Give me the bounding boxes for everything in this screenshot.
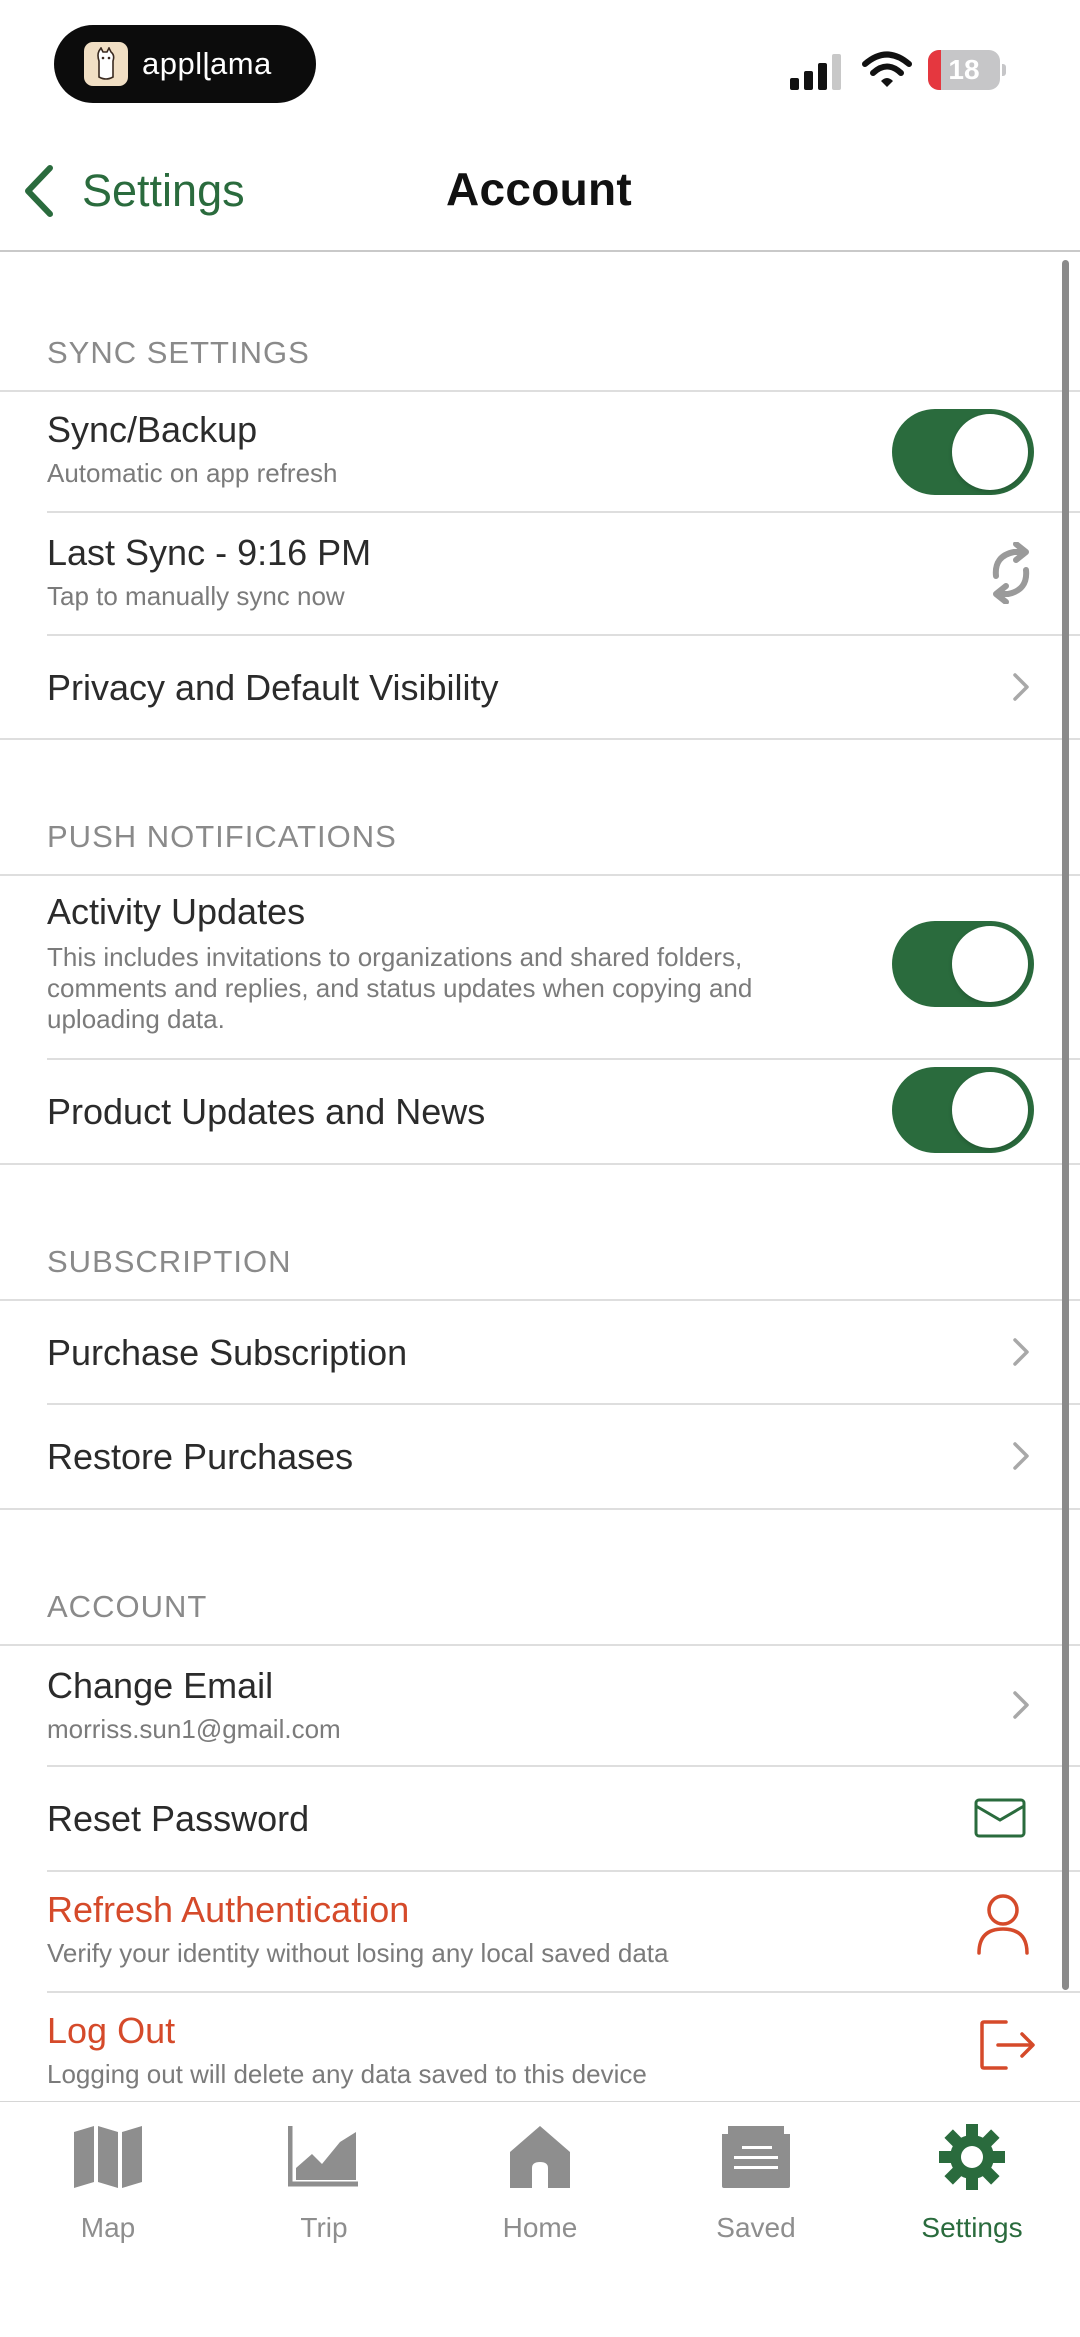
activity-updates-subtitle-line-3: uploading data.	[47, 1004, 225, 1034]
section-header-subscription: SUBSCRIPTION	[47, 1244, 292, 1279]
change-email-row[interactable]: Change Email morriss.sun1@gmail.com	[0, 1645, 1080, 1765]
last-sync-row[interactable]: Last Sync - 9:16 PM Tap to manually sync…	[0, 512, 1080, 634]
home-icon	[510, 2126, 570, 2188]
reset-password-row[interactable]: Reset Password	[0, 1766, 1080, 1870]
tab-label: Saved	[716, 2212, 796, 2243]
tab-settings[interactable]: Settings	[864, 2124, 1080, 2274]
log-out-subtitle: Logging out will delete any data saved t…	[47, 2059, 647, 2089]
battery-level: 18	[948, 54, 980, 85]
page-title: Account	[445, 163, 633, 215]
sync-backup-row: Sync/Backup Automatic on app refresh	[0, 391, 1080, 511]
gear-icon	[939, 2124, 1005, 2190]
cellular-signal-icon	[790, 54, 841, 90]
llama-logo-icon	[84, 42, 128, 86]
section-header-push: PUSH NOTIFICATIONS	[47, 819, 397, 854]
activity-updates-toggle[interactable]	[892, 921, 1034, 1007]
logout-icon	[980, 2020, 1035, 2070]
sync-backup-title: Sync/Backup	[47, 409, 258, 450]
saved-icon	[722, 2126, 790, 2188]
user-icon	[977, 1894, 1029, 1955]
sync-backup-subtitle: Automatic on app refresh	[47, 458, 338, 488]
sync-refresh-icon[interactable]	[986, 542, 1036, 604]
privacy-visibility-title: Privacy and Default Visibility	[47, 667, 499, 708]
activity-updates-title: Activity Updates	[47, 891, 306, 932]
tab-saved[interactable]: Saved	[648, 2124, 864, 2274]
tab-trip[interactable]: Trip	[216, 2124, 432, 2274]
last-sync-subtitle: Tap to manually sync now	[47, 581, 345, 611]
section-header-sync: SYNC SETTINGS	[47, 335, 310, 370]
tab-home[interactable]: Home	[432, 2124, 648, 2274]
envelope-icon	[974, 1798, 1026, 1838]
chevron-right-icon	[1013, 673, 1029, 701]
app-name: applɭama	[142, 46, 272, 81]
refresh-authentication-row[interactable]: Refresh Authentication Verify your ident…	[0, 1871, 1080, 1991]
log-out-row[interactable]: Log Out Logging out will delete any data…	[0, 1992, 1080, 2101]
map-icon	[74, 2126, 142, 2188]
purchase-subscription-row[interactable]: Purchase Subscription	[0, 1300, 1080, 1404]
section-header-account: ACCOUNT	[47, 1589, 208, 1624]
navigation-bar: Settings Account	[0, 130, 1080, 252]
battery-icon: 18	[928, 50, 1006, 90]
tab-label: Map	[80, 2212, 136, 2243]
refresh-authentication-subtitle: Verify your identity without losing any …	[47, 1938, 669, 1968]
tab-bar: Map Trip Home Saved Settings	[0, 2101, 1080, 2337]
change-email-title: Change Email	[47, 1665, 274, 1706]
product-updates-title: Product Updates and News	[47, 1091, 486, 1132]
activity-updates-row: Activity Updates This includes invitatio…	[0, 875, 1080, 1059]
log-out-title: Log Out	[47, 2010, 176, 2051]
last-sync-title: Last Sync - 9:16 PM	[47, 532, 372, 573]
status-bar: applɭama 18	[0, 0, 1080, 130]
product-updates-row: Product Updates and News	[0, 1059, 1080, 1163]
refresh-authentication-title: Refresh Authentication	[47, 1889, 410, 1930]
product-updates-toggle[interactable]	[892, 1067, 1034, 1153]
sync-backup-toggle[interactable]	[892, 409, 1034, 495]
tab-label: Trip	[300, 2212, 348, 2243]
settings-list[interactable]: SYNC SETTINGS Sync/Backup Automatic on a…	[0, 253, 1080, 2101]
chart-icon	[288, 2126, 358, 2187]
activity-updates-subtitle-line-2: comments and replies, and status updates…	[47, 973, 753, 1003]
app-indicator-pill[interactable]: applɭama	[54, 25, 316, 103]
chevron-right-icon	[1013, 1338, 1029, 1366]
tab-map[interactable]: Map	[0, 2124, 216, 2274]
chevron-right-icon	[1013, 1691, 1029, 1719]
chevron-right-icon	[1013, 1442, 1029, 1470]
account-settings-screen: applɭama 18 Settings Account SYNC SETTIN…	[0, 0, 1080, 2337]
change-email-subtitle: morriss.sun1@gmail.com	[47, 1714, 341, 1744]
tab-label: Settings	[921, 2212, 1023, 2243]
privacy-visibility-row[interactable]: Privacy and Default Visibility	[0, 635, 1080, 739]
tab-label: Home	[502, 2212, 578, 2243]
scrollbar[interactable]	[1062, 260, 1069, 1990]
wifi-icon	[862, 51, 912, 87]
reset-password-title: Reset Password	[47, 1798, 310, 1839]
restore-purchases-row[interactable]: Restore Purchases	[0, 1404, 1080, 1508]
activity-updates-subtitle-line-1: This includes invitations to organizatio…	[47, 942, 743, 972]
purchase-subscription-title: Purchase Subscription	[47, 1332, 408, 1373]
restore-purchases-title: Restore Purchases	[47, 1436, 354, 1477]
